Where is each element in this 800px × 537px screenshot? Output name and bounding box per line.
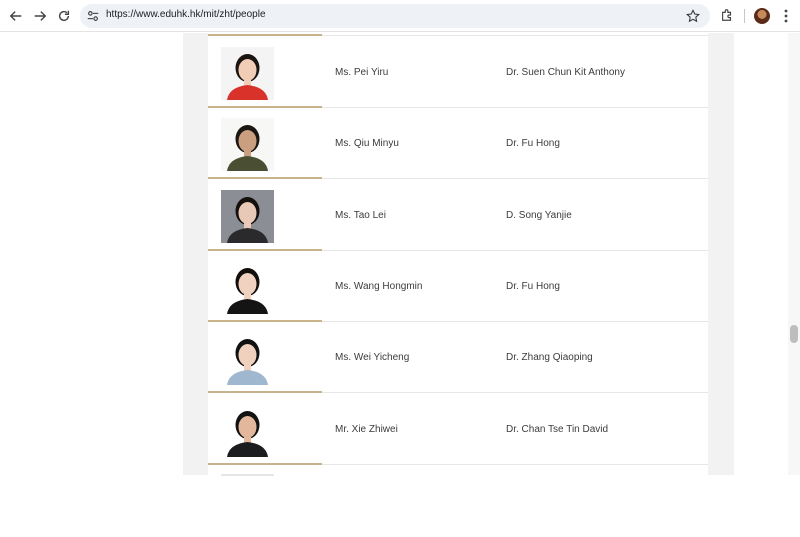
people-table: Ms. Pei Yiru Dr. Suen Chun Kit Anthony M… <box>208 33 708 475</box>
page-viewport: Ms. Pei Yiru Dr. Suen Chun Kit Anthony M… <box>0 33 800 475</box>
student-name: Ms. Wang Hongmin <box>335 281 422 292</box>
forward-button[interactable] <box>30 6 50 26</box>
table-row: Ms. Qiu Minyu Dr. Fu Hong <box>208 108 708 179</box>
photo-cell <box>208 180 322 251</box>
table-row <box>208 0 708 36</box>
table-row: Mr. Xie Zhiwei Dr. Chan Tse Tin David <box>208 394 708 465</box>
portrait-illustration <box>221 261 274 314</box>
photo-cell <box>208 251 322 322</box>
site-settings-icon[interactable] <box>86 9 100 23</box>
supervisor-name: Dr. Fu Hong <box>506 281 560 292</box>
scrollbar-thumb[interactable] <box>790 325 798 343</box>
table-row: Ms. Tao Lei D. Song Yanjie <box>208 180 708 251</box>
table-row <box>208 466 708 537</box>
arrow-right-icon <box>33 9 47 23</box>
arrow-left-icon <box>9 9 23 23</box>
photo-cell <box>208 466 322 537</box>
student-name: Ms. Qiu Minyu <box>335 138 399 149</box>
page-margin-left <box>183 33 208 475</box>
profile-avatar[interactable] <box>754 8 770 24</box>
extensions-puzzle-icon[interactable] <box>720 8 734 22</box>
toolbar-separator <box>744 9 745 23</box>
photo-cell <box>208 322 322 393</box>
scrollbar-track[interactable] <box>788 33 800 475</box>
student-photo <box>221 190 274 243</box>
supervisor-name: Dr. Suen Chun Kit Anthony <box>506 67 625 78</box>
supervisor-name: D. Song Yanjie <box>506 210 572 221</box>
student-name: Ms. Wei Yicheng <box>335 352 409 363</box>
portrait-illustration <box>221 47 274 100</box>
student-name: Ms. Pei Yiru <box>335 67 388 78</box>
table-row: Ms. Wei Yicheng Dr. Zhang Qiaoping <box>208 322 708 393</box>
portrait-illustration <box>221 332 274 385</box>
student-name: Ms. Tao Lei <box>335 210 386 221</box>
photo-cell <box>208 0 322 36</box>
reload-button[interactable] <box>54 6 74 26</box>
student-photo <box>221 404 274 457</box>
portrait-illustration <box>221 118 274 171</box>
portrait-illustration <box>221 190 274 243</box>
kebab-menu-icon[interactable] <box>780 8 792 24</box>
photo-cell <box>208 394 322 465</box>
back-button[interactable] <box>6 6 26 26</box>
supervisor-name: Dr. Fu Hong <box>506 138 560 149</box>
supervisor-name: Dr. Chan Tse Tin David <box>506 424 608 435</box>
table-row: Ms. Wang Hongmin Dr. Fu Hong <box>208 251 708 322</box>
student-name: Mr. Xie Zhiwei <box>335 424 398 435</box>
page-margin-right <box>708 33 734 475</box>
photo-cell <box>208 37 322 108</box>
portrait-illustration <box>221 404 274 457</box>
table-row: Ms. Pei Yiru Dr. Suen Chun Kit Anthony <box>208 37 708 108</box>
supervisor-name: Dr. Zhang Qiaoping <box>506 352 593 363</box>
student-photo <box>221 118 274 171</box>
student-photo <box>221 332 274 385</box>
reload-icon <box>57 9 71 23</box>
student-photo <box>221 47 274 100</box>
photo-top-edge <box>221 474 274 476</box>
photo-cell <box>208 108 322 179</box>
student-photo <box>221 261 274 314</box>
